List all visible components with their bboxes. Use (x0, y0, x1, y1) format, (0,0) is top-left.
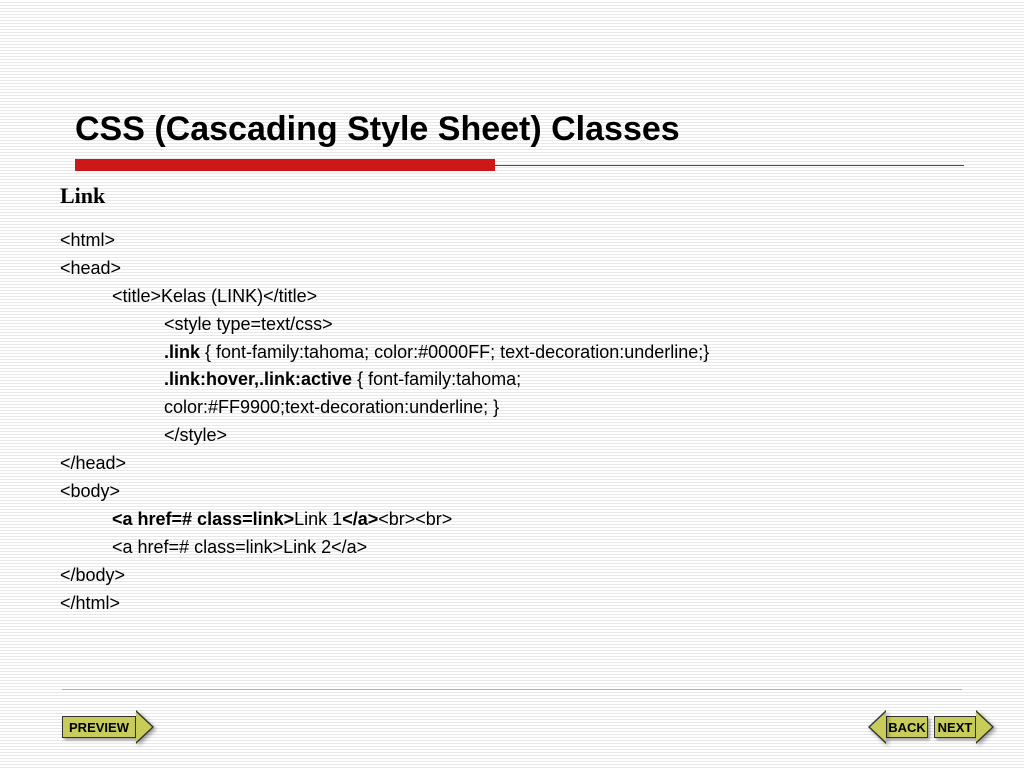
arrow-left-icon (868, 710, 886, 744)
code-line: <style type=text/css> (60, 311, 964, 339)
code-bold: .link:hover,.link:active (164, 369, 352, 389)
code-text: { font-family:tahoma; (352, 369, 521, 389)
title-divider (75, 159, 964, 171)
code-line: </style> (60, 422, 964, 450)
code-line: <body> (60, 478, 964, 506)
next-button[interactable]: NEXT (934, 710, 994, 744)
code-line: <head> (60, 255, 964, 283)
code-line: <html> (60, 227, 964, 255)
code-line: </head> (60, 450, 964, 478)
next-label: NEXT (934, 716, 976, 738)
arrow-right-icon (976, 710, 994, 744)
arrow-right-icon (136, 710, 154, 744)
divider-thick (75, 159, 495, 171)
footer-divider (62, 689, 962, 690)
code-bold: </a> (342, 509, 378, 529)
code-line: <a href=# class=link>Link 1</a><br><br> (60, 506, 964, 534)
code-block: <html> <head> <title>Kelas (LINK)</title… (60, 227, 964, 617)
code-text: { font-family:tahoma; color:#0000FF; tex… (200, 342, 709, 362)
code-line: .link:hover,.link:active { font-family:t… (60, 366, 964, 394)
code-bold: .link (164, 342, 200, 362)
subtitle: Link (60, 183, 964, 209)
code-line: color:#FF9900;text-decoration:underline;… (60, 394, 964, 422)
page-title: CSS (Cascading Style Sheet) Classes (75, 110, 964, 149)
divider-thin (495, 165, 964, 166)
code-line: </body> (60, 562, 964, 590)
preview-button[interactable]: PREVIEW (62, 710, 154, 744)
code-line: .link { font-family:tahoma; color:#0000F… (60, 339, 964, 367)
code-line: <title>Kelas (LINK)</title> (60, 283, 964, 311)
code-text: Link 1 (294, 509, 342, 529)
back-button[interactable]: BACK (868, 710, 928, 744)
nav-right-group: BACK NEXT (868, 710, 994, 744)
code-bold: <a href=# class=link> (112, 509, 294, 529)
preview-label: PREVIEW (62, 716, 136, 738)
code-line: </html> (60, 590, 964, 618)
back-label: BACK (886, 716, 928, 738)
code-text: <br><br> (378, 509, 452, 529)
nav-bar: PREVIEW BACK NEXT (62, 710, 994, 744)
slide-content: CSS (Cascading Style Sheet) Classes Link… (0, 0, 1024, 617)
code-line: <a href=# class=link>Link 2</a> (60, 534, 964, 562)
